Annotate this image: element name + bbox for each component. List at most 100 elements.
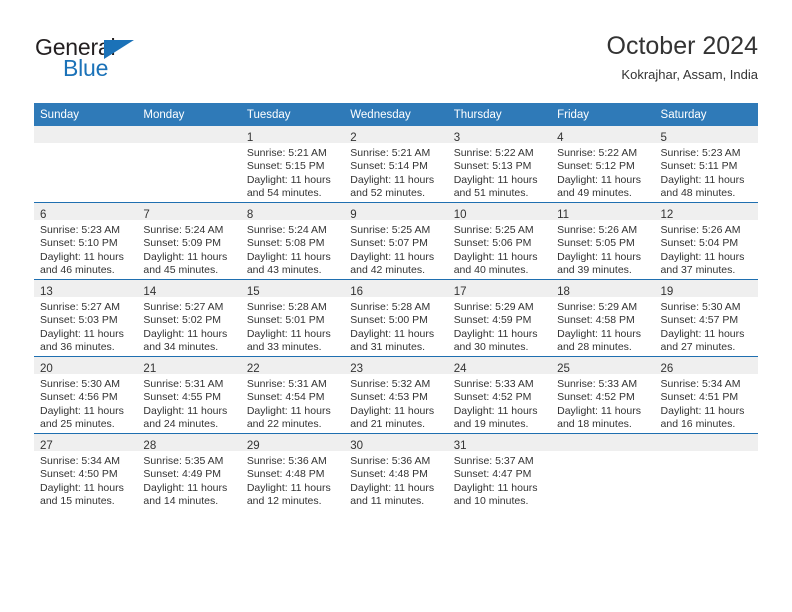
daylight-text: Daylight: 11 hours and 18 minutes. — [557, 404, 641, 431]
day-sun-info: Sunrise: 5:21 AM Sunset: 5:15 PM Daylight:… — [241, 143, 344, 201]
calendar-week-row: 20 Sunrise: 5:30 AM Sunset: 4:56 PM Dayligh… — [34, 356, 758, 434]
calendar-day-cell[interactable]: 3 Sunrise: 5:22 AM Sunset: 5:13 PM Daylight… — [447, 126, 552, 203]
brand-triangle-icon — [104, 40, 134, 59]
calendar-day-cell[interactable]: 14 Sunrise: 5:27 AM Sunset: 5:02 PM Dayligh… — [137, 279, 241, 357]
sunset-text: Sunset: 4:52 PM — [557, 391, 635, 404]
daylight-text: Daylight: 11 hours and 51 minutes. — [453, 173, 538, 200]
calendar-header-row: Sunday Monday Tuesday Wednesday Thursday Frid… — [34, 103, 758, 126]
daylight-text: Daylight: 11 hours and 12 minutes. — [246, 481, 331, 508]
daylight-text: Daylight: 11 hours and 49 minutes. — [557, 173, 641, 200]
day-number: 4 — [557, 132, 564, 144]
day-number-band: 7 — [137, 203, 241, 221]
day-sun-info: Sunrise: 5:30 AM Sunset: 4:56 PM Daylight:… — [34, 374, 137, 432]
calendar-day-cell[interactable]: 21 Sunrise: 5:31 AM Sunset: 4:55 PM Dayligh… — [137, 356, 241, 434]
sunrise-text: Sunrise: 5:21 AM — [246, 147, 327, 159]
day-sun-info: Sunrise: 5:37 AM Sunset: 4:47 PM Daylight:… — [448, 451, 551, 509]
calendar-day-cell[interactable]: 27 Sunrise: 5:34 AM Sunset: 4:50 PM Dayligh… — [34, 433, 138, 510]
day-number-band — [34, 126, 138, 143]
sunrise-text: Sunrise: 5:25 AM — [453, 224, 534, 236]
calendar-day-cell[interactable]: 7 Sunrise: 5:24 AM Sunset: 5:09 PM Daylight… — [137, 202, 241, 280]
sunset-text: Sunset: 4:55 PM — [143, 391, 222, 404]
sunrise-text: Sunrise: 5:30 AM — [40, 378, 120, 390]
daylight-text: Daylight: 11 hours and 34 minutes. — [143, 327, 228, 354]
calendar-day-cell[interactable]: 19 Sunrise: 5:30 AM Sunset: 4:57 PM Dayligh… — [654, 279, 758, 357]
day-number-band: 6 — [34, 203, 138, 221]
calendar-day-cell[interactable]: 13 Sunrise: 5:27 AM Sunset: 5:03 PM Dayligh… — [34, 279, 138, 357]
calendar-day-cell[interactable]: 24 Sunrise: 5:33 AM Sunset: 4:52 PM Dayligh… — [447, 356, 552, 434]
day-number: 12 — [660, 209, 674, 221]
day-number-band: 24 — [447, 357, 552, 375]
sunset-text: Sunset: 5:01 PM — [246, 314, 325, 327]
day-number: 8 — [246, 209, 254, 221]
daylight-text: Daylight: 11 hours and 43 minutes. — [246, 250, 331, 277]
calendar-day-cell[interactable]: 6 Sunrise: 5:23 AM Sunset: 5:10 PM Daylight… — [34, 202, 138, 280]
sunrise-text: Sunrise: 5:29 AM — [453, 301, 534, 313]
sunset-text: Sunset: 5:00 PM — [350, 314, 428, 327]
day-sun-info: Sunrise: 5:28 AM Sunset: 5:01 PM Daylight:… — [241, 297, 344, 355]
sunset-text: Sunset: 4:50 PM — [40, 468, 118, 481]
daylight-text: Daylight: 11 hours and 30 minutes. — [453, 327, 538, 354]
day-number-band: 23 — [344, 357, 448, 375]
calendar-day-cell[interactable]: 1 Sunrise: 5:21 AM Sunset: 5:15 PM Daylight… — [240, 126, 345, 203]
calendar-day-cell[interactable]: 23 Sunrise: 5:32 AM Sunset: 4:53 PM Dayligh… — [344, 356, 448, 434]
day-sun-info: Sunrise: 5:30 AM Sunset: 4:57 PM Daylight:… — [655, 297, 758, 355]
calendar-week-row: 13 Sunrise: 5:27 AM Sunset: 5:03 PM Dayligh… — [34, 279, 758, 357]
calendar-day-cell[interactable]: 8 Sunrise: 5:24 AM Sunset: 5:08 PM Daylight… — [240, 202, 345, 280]
sunset-text: Sunset: 5:09 PM — [143, 237, 222, 250]
sunset-text: Sunset: 4:52 PM — [453, 391, 532, 404]
day-number: 15 — [246, 286, 260, 298]
sunrise-text: Sunrise: 5:34 AM — [660, 378, 741, 390]
sunset-text: Sunset: 4:48 PM — [246, 468, 325, 481]
sunrise-text: Sunrise: 5:27 AM — [40, 301, 120, 313]
calendar-day-cell[interactable]: 18 Sunrise: 5:29 AM Sunset: 4:58 PM Dayligh… — [551, 279, 655, 357]
sunrise-text: Sunrise: 5:26 AM — [660, 224, 741, 236]
day-number: 14 — [143, 286, 157, 298]
calendar-week-row: 6 Sunrise: 5:23 AM Sunset: 5:10 PM Daylight… — [34, 202, 758, 280]
calendar-day-cell[interactable]: 9 Sunrise: 5:25 AM Sunset: 5:07 PM Daylight… — [344, 202, 448, 280]
day-sun-info: Sunrise: 5:25 AM Sunset: 5:07 PM Daylight:… — [344, 220, 447, 278]
calendar-day-cell-empty — [137, 126, 241, 203]
calendar-day-cell[interactable]: 16 Sunrise: 5:28 AM Sunset: 5:00 PM Dayligh… — [344, 279, 448, 357]
calendar-day-cell[interactable]: 5 Sunrise: 5:23 AM Sunset: 5:11 PM Daylight… — [654, 126, 758, 203]
sunset-text: Sunset: 4:51 PM — [660, 391, 739, 404]
day-number: 9 — [350, 209, 357, 221]
calendar-day-cell[interactable]: 11 Sunrise: 5:26 AM Sunset: 5:05 PM Dayligh… — [551, 202, 655, 280]
day-sun-info: Sunrise: 5:27 AM Sunset: 5:03 PM Daylight:… — [34, 297, 137, 355]
calendar-day-cell[interactable]: 2 Sunrise: 5:21 AM Sunset: 5:14 PM Daylight… — [344, 126, 448, 203]
sunset-text: Sunset: 4:54 PM — [246, 391, 325, 404]
sunrise-text: Sunrise: 5:23 AM — [660, 147, 741, 159]
calendar-day-cell[interactable]: 25 Sunrise: 5:33 AM Sunset: 4:52 PM Dayligh… — [551, 356, 655, 434]
brand-logo[interactable]: General Blue — [34, 34, 254, 92]
day-sun-info: Sunrise: 5:25 AM Sunset: 5:06 PM Daylight:… — [448, 220, 551, 278]
sunrise-text: Sunrise: 5:21 AM — [350, 147, 431, 159]
sunrise-text: Sunrise: 5:23 AM — [40, 224, 120, 236]
day-sun-info: Sunrise: 5:23 AM Sunset: 5:10 PM Daylight:… — [34, 220, 137, 278]
day-number: 30 — [350, 440, 364, 452]
calendar-day-cell[interactable]: 31 Sunrise: 5:37 AM Sunset: 4:47 PM Dayligh… — [447, 433, 552, 510]
calendar-week-row: 27 Sunrise: 5:34 AM Sunset: 4:50 PM Dayligh… — [34, 433, 758, 510]
sunset-text: Sunset: 5:14 PM — [350, 160, 428, 173]
calendar-day-cell[interactable]: 12 Sunrise: 5:26 AM Sunset: 5:04 PM Dayligh… — [654, 202, 758, 280]
calendar-day-cell[interactable]: 22 Sunrise: 5:31 AM Sunset: 4:54 PM Dayligh… — [240, 356, 345, 434]
sunset-text: Sunset: 5:11 PM — [660, 160, 738, 173]
day-number-band: 5 — [654, 126, 758, 144]
weekday-header-row: Sunday Monday Tuesday Wednesday Thursday Frid… — [34, 103, 758, 126]
calendar-day-cell[interactable]: 15 Sunrise: 5:28 AM Sunset: 5:01 PM Dayligh… — [240, 279, 345, 357]
daylight-text: Daylight: 11 hours and 11 minutes. — [350, 481, 435, 508]
calendar-day-cell[interactable]: 28 Sunrise: 5:35 AM Sunset: 4:49 PM Dayligh… — [137, 433, 241, 510]
day-sun-info: Sunrise: 5:22 AM Sunset: 5:12 PM Daylight:… — [551, 143, 654, 201]
day-number-band: 19 — [654, 280, 758, 298]
calendar-day-cell[interactable]: 4 Sunrise: 5:22 AM Sunset: 5:12 PM Daylight… — [551, 126, 655, 203]
day-sun-info: Sunrise: 5:28 AM Sunset: 5:00 PM Daylight:… — [344, 297, 447, 355]
day-sun-info: Sunrise: 5:26 AM Sunset: 5:04 PM Daylight:… — [655, 220, 758, 278]
calendar-day-cell[interactable]: 10 Sunrise: 5:25 AM Sunset: 5:06 PM Dayligh… — [447, 202, 552, 280]
sunset-text: Sunset: 5:05 PM — [557, 237, 635, 250]
calendar-day-cell[interactable]: 30 Sunrise: 5:36 AM Sunset: 4:48 PM Dayligh… — [344, 433, 448, 510]
day-number: 26 — [660, 363, 674, 375]
calendar-day-cell[interactable]: 29 Sunrise: 5:36 AM Sunset: 4:48 PM Dayligh… — [240, 433, 345, 510]
daylight-text: Daylight: 11 hours and 24 minutes. — [143, 404, 228, 431]
calendar-day-cell[interactable]: 17 Sunrise: 5:29 AM Sunset: 4:59 PM Dayligh… — [447, 279, 552, 357]
calendar-day-cell[interactable]: 20 Sunrise: 5:30 AM Sunset: 4:56 PM Dayligh… — [34, 356, 138, 434]
calendar-day-cell[interactable]: 26 Sunrise: 5:34 AM Sunset: 4:51 PM Dayligh… — [654, 356, 758, 434]
day-number-band: 4 — [551, 126, 655, 144]
